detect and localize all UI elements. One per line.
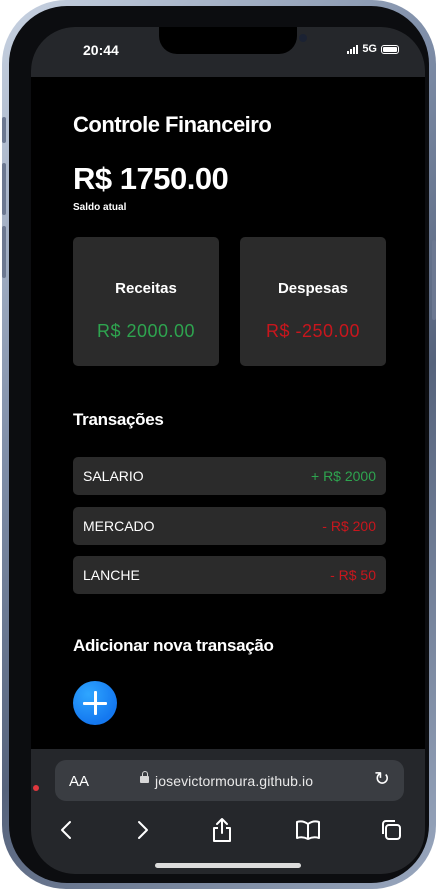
home-indicator[interactable]: [155, 863, 301, 868]
expense-card: Despesas R$ -250.00: [240, 237, 386, 366]
forward-icon: [138, 821, 148, 839]
status-bar: 20:44 5G: [31, 27, 425, 77]
transaction-row[interactable]: LANCHE - R$ 50: [73, 556, 386, 594]
notification-dot: [33, 785, 39, 791]
back-icon: [61, 821, 71, 839]
phone-frame: 20:44 5G Controle Financeiro R$ 1750.00 …: [2, 0, 436, 889]
expense-value: R$ -250.00: [265, 321, 361, 341]
transaction-name: LANCHE: [83, 567, 140, 583]
back-button[interactable]: [51, 815, 81, 845]
volume-down-button: [2, 226, 6, 278]
share-icon: [213, 818, 231, 842]
status-indicators: 5G: [347, 43, 399, 55]
network-label: 5G: [362, 43, 377, 55]
page-title: Controle Financeiro: [73, 112, 272, 137]
notch: [159, 27, 307, 54]
transaction-amount: - R$ 200: [322, 518, 376, 534]
forward-button[interactable]: [128, 815, 158, 845]
power-button: [432, 240, 436, 320]
add-transaction-title: Adicionar nova transação: [73, 636, 274, 655]
screen: 20:44 5G Controle Financeiro R$ 1750.00 …: [31, 27, 425, 874]
expense-label: Despesas: [277, 280, 349, 297]
share-button[interactable]: [207, 815, 237, 845]
balance-label: Saldo atual: [73, 202, 127, 213]
income-value: R$ 2000.00: [96, 321, 196, 341]
transaction-amount: - R$ 50: [330, 567, 376, 583]
text-size-button[interactable]: AA: [69, 773, 89, 790]
phone-bezel: 20:44 5G Controle Financeiro R$ 1750.00 …: [9, 6, 429, 883]
transaction-row[interactable]: MERCADO - R$ 200: [73, 507, 386, 545]
browser-toolbar: AA josevictormoura.github.io ↻: [31, 749, 425, 874]
address-bar[interactable]: AA josevictormoura.github.io ↻: [55, 760, 404, 801]
battery-icon: [381, 44, 399, 54]
volume-up-button: [2, 163, 6, 215]
income-label: Receitas: [115, 280, 177, 297]
camera-icon: [299, 34, 307, 42]
transactions-title: Transações: [73, 410, 164, 429]
tabs-button[interactable]: [376, 815, 406, 845]
bookmarks-button[interactable]: [293, 815, 323, 845]
url-text: josevictormoura.github.io: [155, 773, 314, 789]
app-content: Controle Financeiro R$ 1750.00 Saldo atu…: [31, 77, 425, 749]
signal-icon: [347, 44, 359, 54]
status-time: 20:44: [83, 42, 119, 58]
balance-value: R$ 1750.00: [73, 161, 229, 196]
transaction-name: MERCADO: [83, 518, 155, 534]
income-card: Receitas R$ 2000.00: [73, 237, 219, 366]
ring-switch: [2, 117, 6, 143]
bookmarks-icon: [296, 820, 320, 840]
lock-icon: [140, 771, 149, 783]
add-transaction-button[interactable]: [73, 681, 117, 725]
tabs-icon: [382, 820, 401, 840]
reload-icon[interactable]: ↻: [372, 770, 392, 790]
transaction-amount: + R$ 2000: [311, 468, 376, 484]
transaction-name: SALARIO: [83, 468, 144, 484]
transaction-row[interactable]: SALARIO + R$ 2000: [73, 457, 386, 495]
